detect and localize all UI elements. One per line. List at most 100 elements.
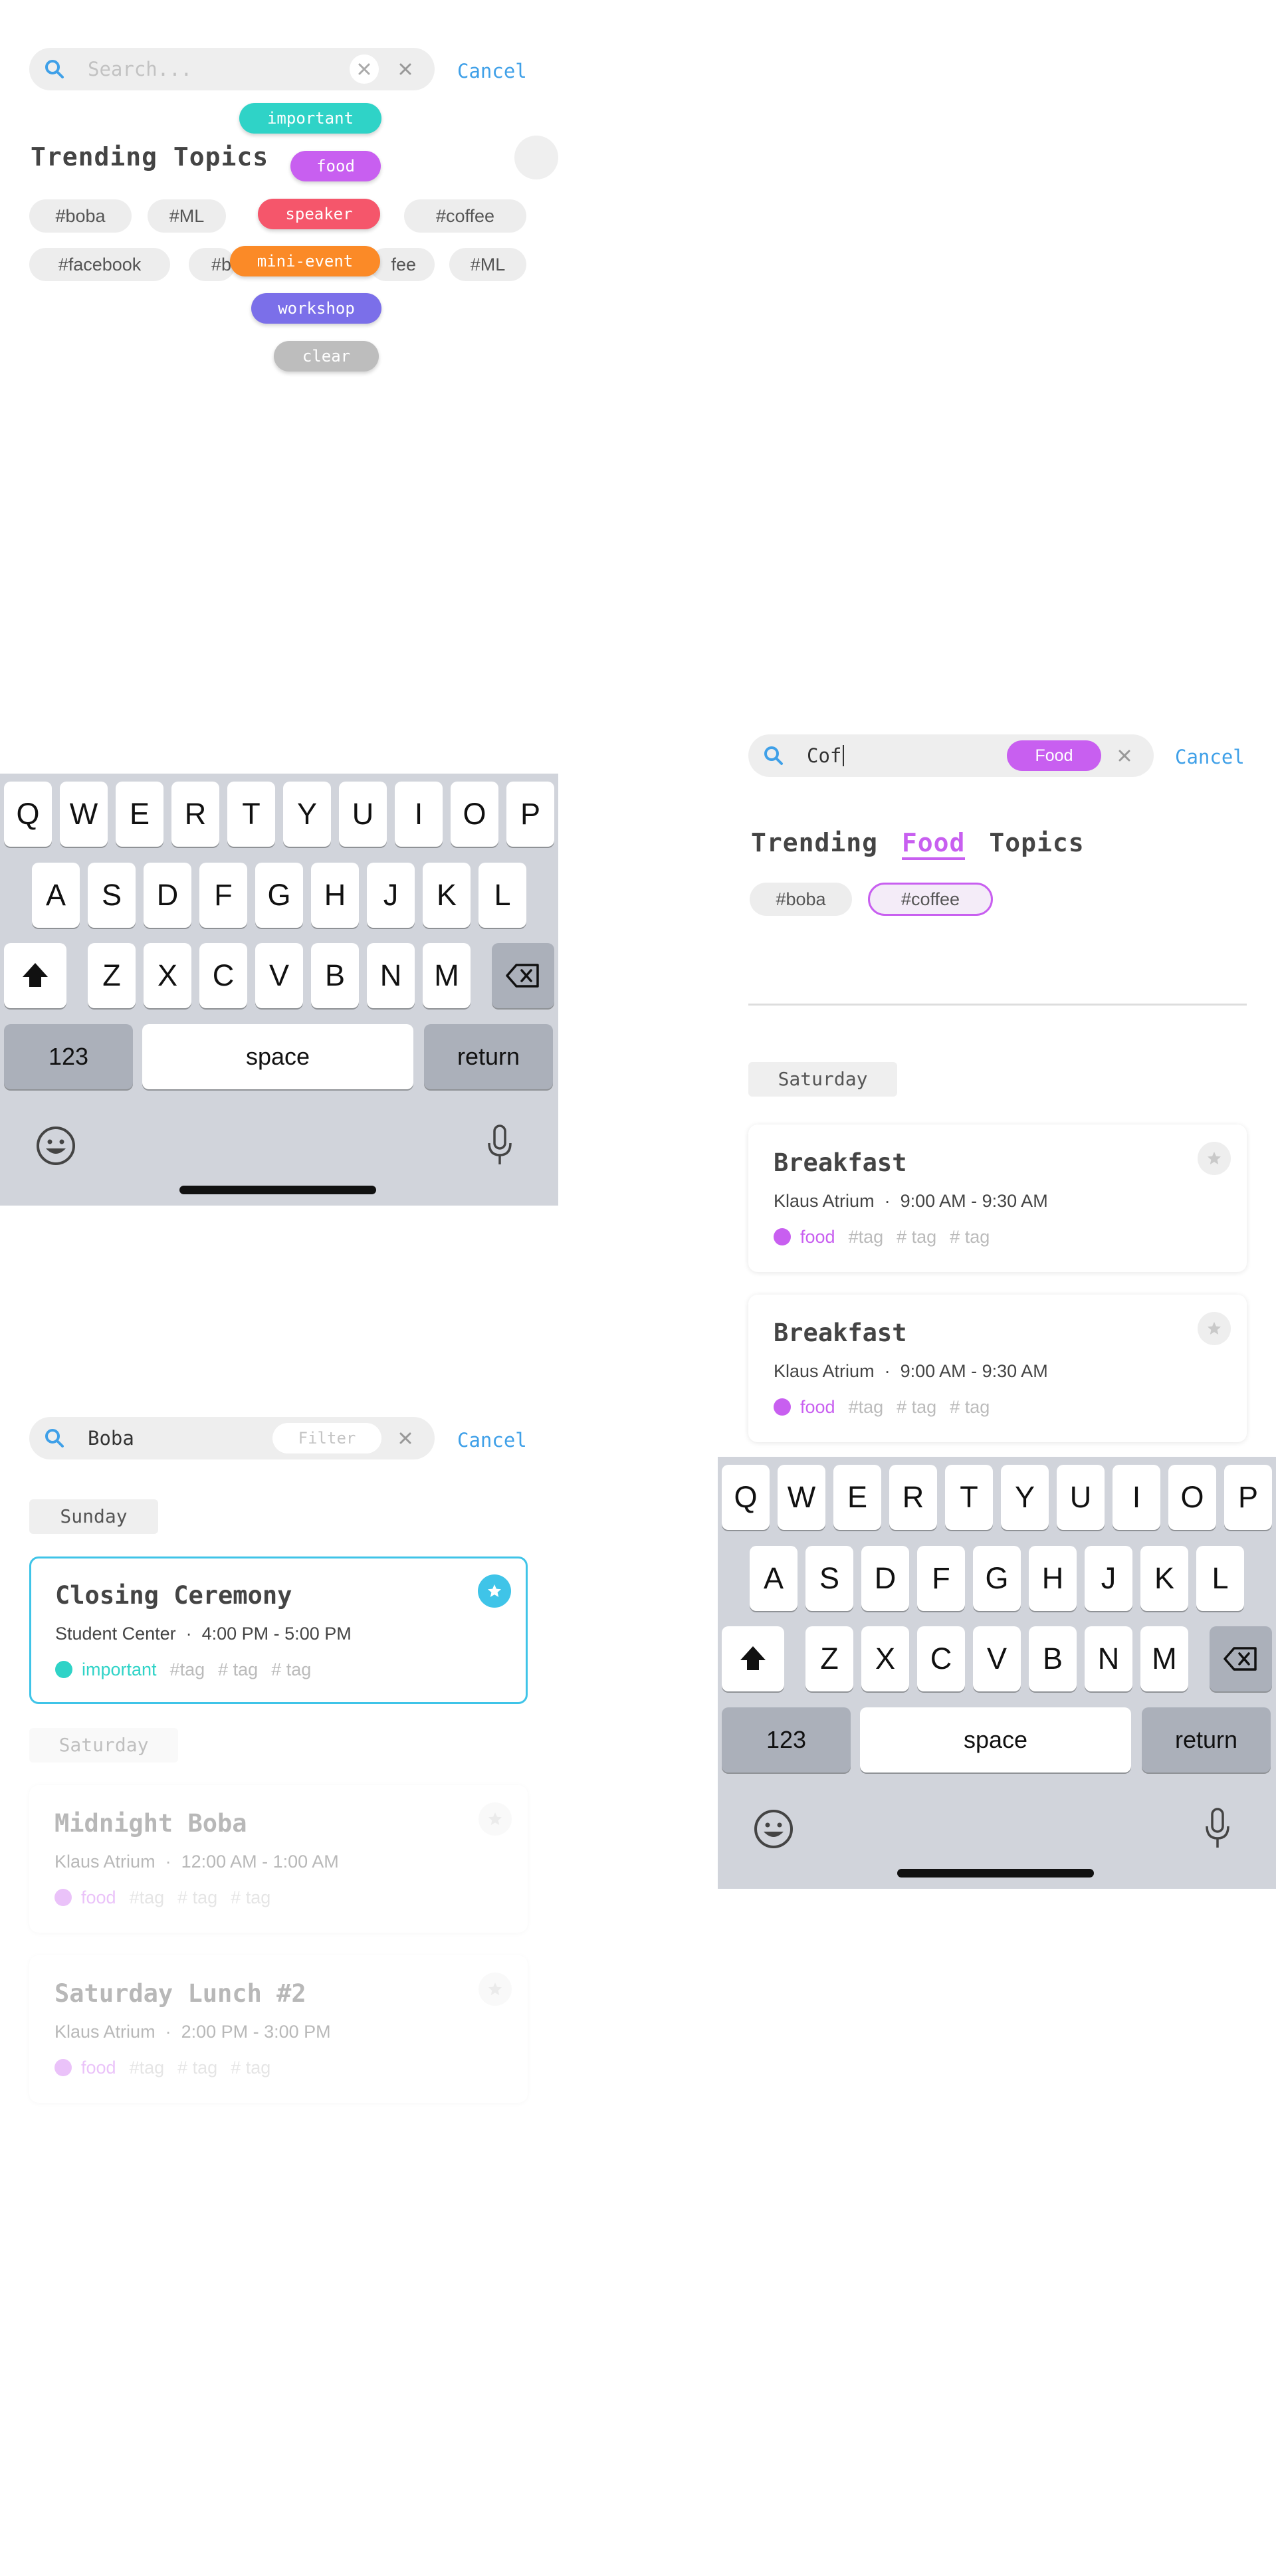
key-y[interactable]: Y xyxy=(1001,1465,1049,1530)
tag-option-important[interactable]: important xyxy=(239,103,381,134)
key-b[interactable]: B xyxy=(311,943,359,1008)
key-q[interactable]: Q xyxy=(4,782,52,847)
key-b[interactable]: B xyxy=(1029,1626,1077,1691)
event-card[interactable]: Midnight Boba Klaus Atrium · 12:00 AM - … xyxy=(29,1785,528,1933)
topic-chip[interactable]: #b xyxy=(189,248,235,281)
search-bar[interactable]: Search... xyxy=(29,48,435,90)
dictation-button[interactable] xyxy=(1202,1806,1233,1852)
search-bar[interactable]: Cof Food xyxy=(748,734,1154,777)
key-e[interactable]: E xyxy=(833,1465,881,1530)
return-key[interactable]: return xyxy=(1142,1707,1271,1772)
topic-chip[interactable]: #facebook xyxy=(29,248,170,281)
numbers-key[interactable]: 123 xyxy=(722,1707,851,1772)
key-x[interactable]: X xyxy=(861,1626,909,1691)
star-button[interactable] xyxy=(478,1802,512,1836)
topic-chip-selected[interactable]: #coffee xyxy=(868,883,993,916)
close-icon[interactable] xyxy=(1113,744,1136,768)
close-icon[interactable] xyxy=(393,1426,417,1450)
search-input[interactable]: Search... xyxy=(88,58,192,80)
key-g[interactable]: G xyxy=(255,863,303,928)
key-o[interactable]: O xyxy=(451,782,498,847)
numbers-key[interactable]: 123 xyxy=(4,1024,133,1089)
key-z[interactable]: Z xyxy=(805,1626,853,1691)
key-h[interactable]: H xyxy=(311,863,359,928)
key-r[interactable]: R xyxy=(889,1465,937,1530)
key-s[interactable]: S xyxy=(805,1546,853,1611)
key-t[interactable]: T xyxy=(227,782,275,847)
star-button[interactable] xyxy=(1198,1312,1231,1345)
key-j[interactable]: J xyxy=(1085,1546,1132,1611)
cancel-button[interactable]: Cancel xyxy=(457,1429,527,1451)
key-i[interactable]: I xyxy=(395,782,443,847)
key-w[interactable]: W xyxy=(778,1465,825,1530)
key-e[interactable]: E xyxy=(116,782,163,847)
key-n[interactable]: N xyxy=(367,943,415,1008)
key-f[interactable]: F xyxy=(917,1546,965,1611)
search-input[interactable]: Boba xyxy=(88,1428,134,1449)
key-f[interactable]: F xyxy=(199,863,247,928)
emoji-button[interactable] xyxy=(752,1808,795,1850)
event-card-highlighted[interactable]: Closing Ceremony Student Center · 4:00 P… xyxy=(29,1556,528,1704)
key-l[interactable]: L xyxy=(478,863,526,928)
key-s[interactable]: S xyxy=(88,863,136,928)
key-x[interactable]: X xyxy=(144,943,191,1008)
key-o[interactable]: O xyxy=(1168,1465,1216,1530)
search-input[interactable]: Cof xyxy=(807,745,845,766)
space-key[interactable]: space xyxy=(860,1707,1131,1772)
search-bar[interactable]: Boba Filter xyxy=(29,1417,435,1459)
cancel-button[interactable]: Cancel xyxy=(457,60,527,82)
return-key[interactable]: return xyxy=(424,1024,553,1089)
key-a[interactable]: A xyxy=(750,1546,798,1611)
dictation-button[interactable] xyxy=(484,1123,516,1168)
key-a[interactable]: A xyxy=(32,863,80,928)
star-button[interactable] xyxy=(478,1973,512,2006)
key-q[interactable]: Q xyxy=(722,1465,770,1530)
shift-key[interactable] xyxy=(4,943,66,1008)
clear-search-button[interactable] xyxy=(350,54,379,84)
topic-chip[interactable]: #boba xyxy=(29,199,132,233)
key-h[interactable]: H xyxy=(1029,1546,1077,1611)
tag-option-mini-event[interactable]: mini-event xyxy=(230,246,380,276)
shift-key[interactable] xyxy=(722,1626,784,1691)
close-icon[interactable] xyxy=(393,57,417,81)
star-button[interactable] xyxy=(478,1574,511,1608)
key-r[interactable]: R xyxy=(171,782,219,847)
tag-option-speaker[interactable]: speaker xyxy=(258,199,380,229)
key-l[interactable]: L xyxy=(1196,1546,1244,1611)
event-card[interactable]: Breakfast Klaus Atrium · 9:00 AM - 9:30 … xyxy=(748,1295,1247,1442)
topic-chip[interactable]: #ML xyxy=(148,199,226,233)
filter-chip-food[interactable]: Food xyxy=(1007,740,1101,771)
space-key[interactable]: space xyxy=(142,1024,413,1089)
key-v[interactable]: V xyxy=(255,943,303,1008)
star-button[interactable] xyxy=(1198,1142,1231,1175)
event-card[interactable]: Saturday Lunch #2 Klaus Atrium · 2:00 PM… xyxy=(29,1955,528,2103)
tag-option-workshop[interactable]: workshop xyxy=(251,293,381,324)
key-u[interactable]: U xyxy=(339,782,387,847)
filter-button[interactable]: Filter xyxy=(272,1423,381,1453)
key-t[interactable]: T xyxy=(945,1465,993,1530)
key-d[interactable]: D xyxy=(861,1546,909,1611)
key-v[interactable]: V xyxy=(973,1626,1021,1691)
key-n[interactable]: N xyxy=(1085,1626,1132,1691)
key-z[interactable]: Z xyxy=(88,943,136,1008)
event-card[interactable]: Breakfast Klaus Atrium · 9:00 AM - 9:30 … xyxy=(748,1125,1247,1272)
delete-key[interactable] xyxy=(492,943,554,1008)
key-p[interactable]: P xyxy=(506,782,554,847)
emoji-button[interactable] xyxy=(35,1125,77,1167)
key-g[interactable]: G xyxy=(973,1546,1021,1611)
topic-chip[interactable]: #ML xyxy=(449,248,526,281)
key-u[interactable]: U xyxy=(1057,1465,1105,1530)
key-i[interactable]: I xyxy=(1113,1465,1160,1530)
key-w[interactable]: W xyxy=(60,782,108,847)
delete-key[interactable] xyxy=(1210,1626,1272,1691)
tag-option-food[interactable]: food xyxy=(290,151,381,181)
topic-chip[interactable]: #coffee xyxy=(404,199,526,233)
key-p[interactable]: P xyxy=(1224,1465,1272,1530)
key-k[interactable]: K xyxy=(1140,1546,1188,1611)
key-d[interactable]: D xyxy=(144,863,191,928)
key-m[interactable]: M xyxy=(423,943,471,1008)
key-m[interactable]: M xyxy=(1140,1626,1188,1691)
cancel-button[interactable]: Cancel xyxy=(1175,746,1245,768)
key-c[interactable]: C xyxy=(199,943,247,1008)
key-y[interactable]: Y xyxy=(283,782,331,847)
